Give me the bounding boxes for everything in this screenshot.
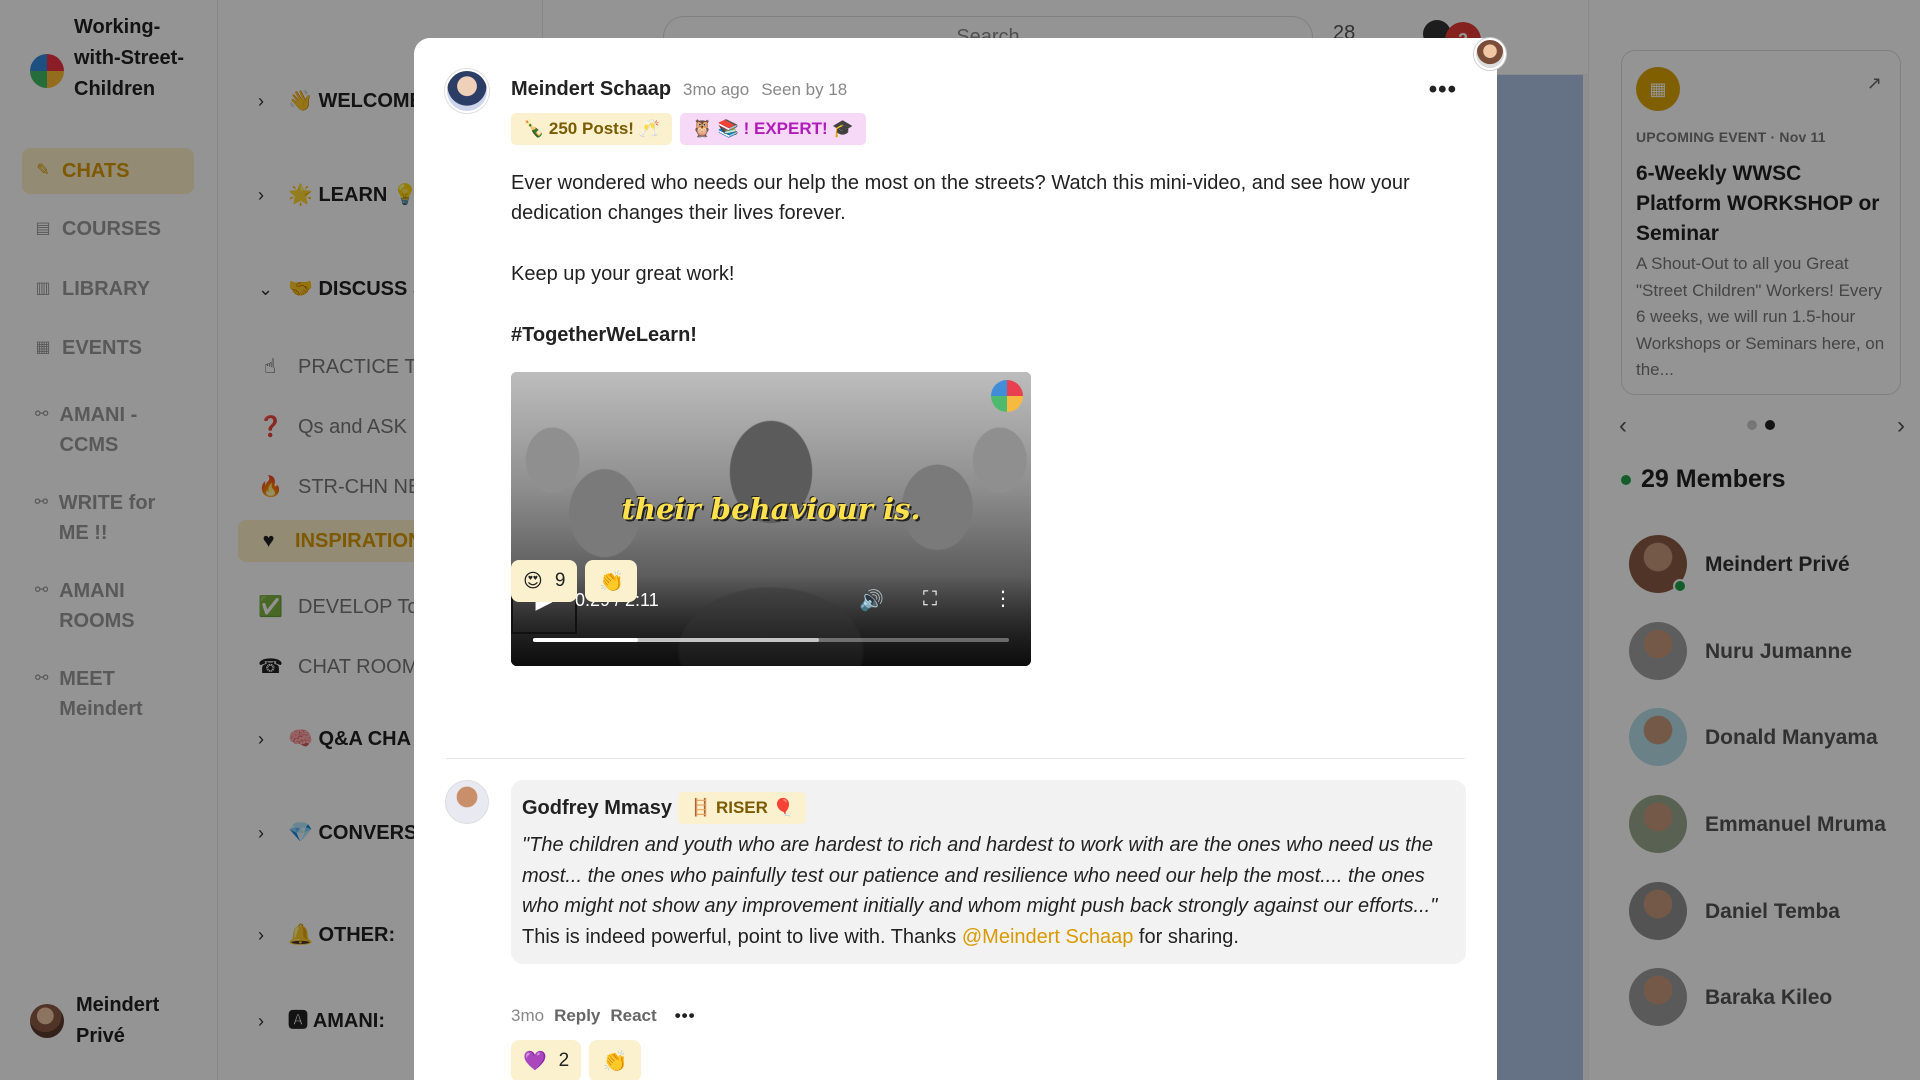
post-modal: Meindert Schaap 3mo ago Seen by 18 ••• 🍾…: [414, 38, 1497, 1080]
post-seen[interactable]: Seen by 18: [761, 80, 847, 100]
reaction-pill[interactable]: 😍 9: [511, 560, 578, 602]
post-author[interactable]: Meindert Schaap: [511, 78, 671, 101]
heart-eyes-emoji-icon: 😍: [523, 570, 543, 592]
volume-icon[interactable]: 🔊: [859, 588, 884, 613]
video-progress-bar: [533, 638, 638, 642]
comment-quote: "The children and youth who are hardest …: [522, 834, 1438, 917]
post-paragraph: Keep up your great work!: [511, 263, 735, 285]
post-header: Meindert Schaap 3mo ago Seen by 18: [511, 78, 847, 101]
post-body: Ever wondered who needs our help the mos…: [511, 168, 1471, 381]
avatar[interactable]: [445, 69, 489, 113]
comment-text-body: This is indeed powerful, point to live w…: [522, 925, 962, 948]
divider: [446, 758, 1465, 759]
avatar[interactable]: [1474, 38, 1506, 70]
posts-badge: 🍾 250 Posts! 🥂: [511, 113, 672, 145]
comment-bubble: Godfrey Mmasy 🪜 RISER 🎈 "The children an…: [511, 780, 1466, 964]
reaction-pill[interactable]: 💜 2: [511, 1040, 582, 1080]
comment-more-button[interactable]: •••: [675, 1006, 696, 1026]
video-caption: their behaviour is.: [621, 492, 921, 526]
comment-actions: 3mo Reply React •••: [511, 1006, 696, 1026]
post-time: 3mo ago: [683, 80, 750, 99]
expert-badge: 🦉 📚 ! EXPERT! 🎓: [679, 113, 866, 145]
watermark-logo: [991, 380, 1023, 412]
video-progress-track[interactable]: [533, 638, 1009, 642]
comment-time: 3mo: [511, 1006, 545, 1025]
post-reactions: 😍 9 👏: [511, 560, 638, 602]
add-reaction-icon[interactable]: 👏: [585, 560, 638, 602]
reaction-count: 2: [558, 1050, 570, 1071]
react-button[interactable]: React: [610, 1006, 656, 1026]
post-paragraph: Ever wondered who needs our help the mos…: [511, 172, 1410, 224]
more-options-button[interactable]: •••: [1429, 76, 1457, 104]
add-reaction-icon[interactable]: 👏: [589, 1040, 642, 1080]
reply-button[interactable]: Reply: [554, 1006, 600, 1026]
comment-text: "The children and youth who are hardest …: [522, 830, 1455, 952]
comment-author[interactable]: Godfrey Mmasy: [522, 797, 672, 820]
comment-text-end: for sharing.: [1133, 925, 1239, 948]
reaction-count: 9: [554, 570, 566, 591]
mention-link[interactable]: @Meindert Schaap: [962, 926, 1134, 948]
fullscreen-icon[interactable]: ⛶: [923, 588, 937, 611]
kebab-menu-icon[interactable]: ⋮: [993, 586, 1013, 611]
video-player[interactable]: their behaviour is. ▶ 0:29 / 2:11 🔊 ⛶ ⋮: [511, 372, 1031, 666]
post-badges: 🍾 250 Posts! 🥂 🦉 📚 ! EXPERT! 🎓: [511, 113, 866, 145]
comment-reactions: 💜 2 👏: [511, 1040, 642, 1080]
purple-heart-emoji-icon: 💜: [523, 1051, 547, 1072]
avatar[interactable]: [445, 780, 489, 824]
post-hashtag[interactable]: #TogetherWeLearn!: [511, 320, 1471, 350]
riser-badge: 🪜 RISER 🎈: [678, 792, 806, 824]
